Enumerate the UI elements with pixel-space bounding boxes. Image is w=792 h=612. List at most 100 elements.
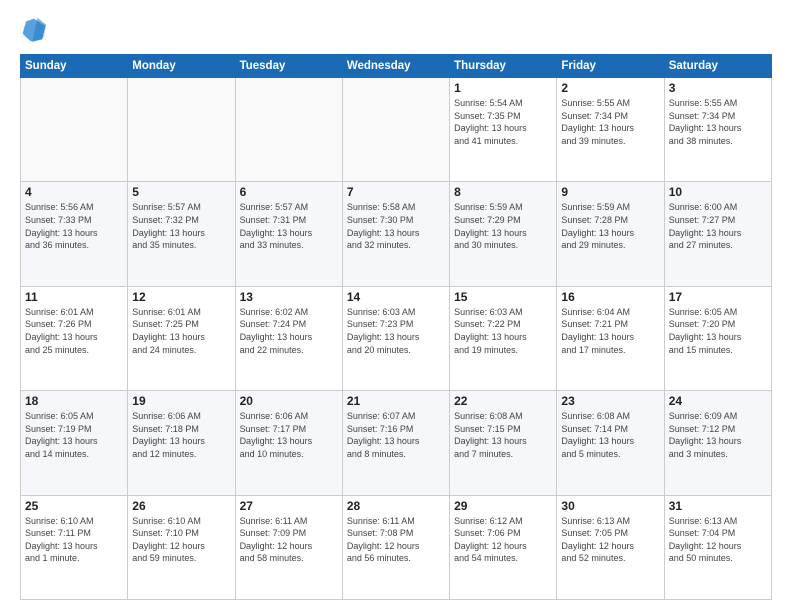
day-number: 24 bbox=[669, 394, 767, 408]
calendar-cell: 21Sunrise: 6:07 AM Sunset: 7:16 PM Dayli… bbox=[342, 391, 449, 495]
day-info: Sunrise: 6:08 AM Sunset: 7:15 PM Dayligh… bbox=[454, 410, 552, 460]
day-info: Sunrise: 6:13 AM Sunset: 7:05 PM Dayligh… bbox=[561, 515, 659, 565]
logo-icon bbox=[20, 16, 48, 44]
day-number: 9 bbox=[561, 185, 659, 199]
calendar-cell: 14 Sunrise: 6:03 AM Sunset: 7:23 PM Dayli… bbox=[342, 286, 449, 390]
calendar-cell: 23 Sunrise: 6:08 AM Sunset: 7:14 PM Dayli… bbox=[557, 391, 664, 495]
col-header-tuesday: Tuesday bbox=[235, 55, 342, 78]
day-info: Sunrise: 5:58 AM Sunset: 7:30 PM Dayligh… bbox=[347, 201, 445, 251]
day-number: 31 bbox=[669, 499, 767, 513]
logo bbox=[20, 16, 52, 44]
day-number: 25 bbox=[25, 499, 123, 513]
day-info: Sunrise: 6:10 AM Sunset: 7:11 PM Dayligh… bbox=[25, 515, 123, 565]
calendar-cell: 15Sunrise: 6:03 AM Sunset: 7:22 PM Dayli… bbox=[450, 286, 557, 390]
calendar-cell: 13Sunrise: 6:02 AM Sunset: 7:24 PM Dayli… bbox=[235, 286, 342, 390]
calendar-cell bbox=[235, 78, 342, 182]
day-info: Sunrise: 6:03 AM Sunset: 7:22 PM Dayligh… bbox=[454, 306, 552, 356]
day-info: Sunrise: 6:08 AM Sunset: 7:14 PM Dayligh… bbox=[561, 410, 659, 460]
day-number: 14 bbox=[347, 290, 445, 304]
calendar-week-row: 1Sunrise: 5:54 AM Sunset: 7:35 PM Daylig… bbox=[21, 78, 772, 182]
calendar-cell bbox=[342, 78, 449, 182]
calendar-cell: 3 Sunrise: 5:55 AM Sunset: 7:34 PM Daylig… bbox=[664, 78, 771, 182]
calendar-cell: 22 Sunrise: 6:08 AM Sunset: 7:15 PM Dayli… bbox=[450, 391, 557, 495]
day-info: Sunrise: 6:11 AM Sunset: 7:09 PM Dayligh… bbox=[240, 515, 338, 565]
day-number: 23 bbox=[561, 394, 659, 408]
day-info: Sunrise: 6:09 AM Sunset: 7:12 PM Dayligh… bbox=[669, 410, 767, 460]
calendar-cell: 11 Sunrise: 6:01 AM Sunset: 7:26 PM Dayli… bbox=[21, 286, 128, 390]
day-info: Sunrise: 5:55 AM Sunset: 7:34 PM Dayligh… bbox=[669, 97, 767, 147]
day-info: Sunrise: 5:54 AM Sunset: 7:35 PM Dayligh… bbox=[454, 97, 552, 147]
calendar-cell: 5 Sunrise: 5:57 AM Sunset: 7:32 PM Daylig… bbox=[128, 182, 235, 286]
day-number: 6 bbox=[240, 185, 338, 199]
calendar-table: SundayMondayTuesdayWednesdayThursdayFrid… bbox=[20, 54, 772, 600]
day-info: Sunrise: 6:01 AM Sunset: 7:26 PM Dayligh… bbox=[25, 306, 123, 356]
calendar-cell: 29 Sunrise: 6:12 AM Sunset: 7:06 PM Dayli… bbox=[450, 495, 557, 599]
day-number: 16 bbox=[561, 290, 659, 304]
day-info: Sunrise: 6:06 AM Sunset: 7:18 PM Dayligh… bbox=[132, 410, 230, 460]
calendar-cell: 19 Sunrise: 6:06 AM Sunset: 7:18 PM Dayli… bbox=[128, 391, 235, 495]
day-number: 12 bbox=[132, 290, 230, 304]
calendar-cell bbox=[21, 78, 128, 182]
calendar-cell bbox=[128, 78, 235, 182]
calendar-cell: 6Sunrise: 5:57 AM Sunset: 7:31 PM Daylig… bbox=[235, 182, 342, 286]
page: SundayMondayTuesdayWednesdayThursdayFrid… bbox=[0, 0, 792, 612]
calendar-cell: 12 Sunrise: 6:01 AM Sunset: 7:25 PM Dayli… bbox=[128, 286, 235, 390]
day-info: Sunrise: 5:56 AM Sunset: 7:33 PM Dayligh… bbox=[25, 201, 123, 251]
day-number: 20 bbox=[240, 394, 338, 408]
calendar-header-row: SundayMondayTuesdayWednesdayThursdayFrid… bbox=[21, 55, 772, 78]
day-number: 4 bbox=[25, 185, 123, 199]
header bbox=[20, 16, 772, 44]
calendar-cell: 18 Sunrise: 6:05 AM Sunset: 7:19 PM Dayli… bbox=[21, 391, 128, 495]
calendar-week-row: 11 Sunrise: 6:01 AM Sunset: 7:26 PM Dayli… bbox=[21, 286, 772, 390]
calendar-cell: 31Sunrise: 6:13 AM Sunset: 7:04 PM Dayli… bbox=[664, 495, 771, 599]
day-info: Sunrise: 6:05 AM Sunset: 7:19 PM Dayligh… bbox=[25, 410, 123, 460]
day-info: Sunrise: 5:59 AM Sunset: 7:28 PM Dayligh… bbox=[561, 201, 659, 251]
day-number: 7 bbox=[347, 185, 445, 199]
day-number: 11 bbox=[25, 290, 123, 304]
day-number: 10 bbox=[669, 185, 767, 199]
day-number: 2 bbox=[561, 81, 659, 95]
col-header-thursday: Thursday bbox=[450, 55, 557, 78]
col-header-friday: Friday bbox=[557, 55, 664, 78]
calendar-cell: 9 Sunrise: 5:59 AM Sunset: 7:28 PM Daylig… bbox=[557, 182, 664, 286]
day-number: 13 bbox=[240, 290, 338, 304]
day-info: Sunrise: 6:11 AM Sunset: 7:08 PM Dayligh… bbox=[347, 515, 445, 565]
day-number: 19 bbox=[132, 394, 230, 408]
day-info: Sunrise: 6:12 AM Sunset: 7:06 PM Dayligh… bbox=[454, 515, 552, 565]
calendar-cell: 28Sunrise: 6:11 AM Sunset: 7:08 PM Dayli… bbox=[342, 495, 449, 599]
day-info: Sunrise: 5:59 AM Sunset: 7:29 PM Dayligh… bbox=[454, 201, 552, 251]
day-number: 30 bbox=[561, 499, 659, 513]
day-info: Sunrise: 6:10 AM Sunset: 7:10 PM Dayligh… bbox=[132, 515, 230, 565]
day-info: Sunrise: 6:07 AM Sunset: 7:16 PM Dayligh… bbox=[347, 410, 445, 460]
day-number: 3 bbox=[669, 81, 767, 95]
day-number: 22 bbox=[454, 394, 552, 408]
day-number: 26 bbox=[132, 499, 230, 513]
calendar-week-row: 4 Sunrise: 5:56 AM Sunset: 7:33 PM Daylig… bbox=[21, 182, 772, 286]
day-info: Sunrise: 6:01 AM Sunset: 7:25 PM Dayligh… bbox=[132, 306, 230, 356]
calendar-cell: 7 Sunrise: 5:58 AM Sunset: 7:30 PM Daylig… bbox=[342, 182, 449, 286]
day-info: Sunrise: 6:04 AM Sunset: 7:21 PM Dayligh… bbox=[561, 306, 659, 356]
calendar-cell: 4 Sunrise: 5:56 AM Sunset: 7:33 PM Daylig… bbox=[21, 182, 128, 286]
calendar-week-row: 18 Sunrise: 6:05 AM Sunset: 7:19 PM Dayli… bbox=[21, 391, 772, 495]
calendar-cell: 24 Sunrise: 6:09 AM Sunset: 7:12 PM Dayli… bbox=[664, 391, 771, 495]
day-info: Sunrise: 6:06 AM Sunset: 7:17 PM Dayligh… bbox=[240, 410, 338, 460]
calendar-cell: 30 Sunrise: 6:13 AM Sunset: 7:05 PM Dayli… bbox=[557, 495, 664, 599]
calendar-cell: 8Sunrise: 5:59 AM Sunset: 7:29 PM Daylig… bbox=[450, 182, 557, 286]
calendar-cell: 26 Sunrise: 6:10 AM Sunset: 7:10 PM Dayli… bbox=[128, 495, 235, 599]
day-info: Sunrise: 5:57 AM Sunset: 7:32 PM Dayligh… bbox=[132, 201, 230, 251]
calendar-cell: 17Sunrise: 6:05 AM Sunset: 7:20 PM Dayli… bbox=[664, 286, 771, 390]
day-number: 29 bbox=[454, 499, 552, 513]
col-header-sunday: Sunday bbox=[21, 55, 128, 78]
day-number: 5 bbox=[132, 185, 230, 199]
day-number: 18 bbox=[25, 394, 123, 408]
day-info: Sunrise: 5:55 AM Sunset: 7:34 PM Dayligh… bbox=[561, 97, 659, 147]
col-header-saturday: Saturday bbox=[664, 55, 771, 78]
calendar-cell: 20 Sunrise: 6:06 AM Sunset: 7:17 PM Dayli… bbox=[235, 391, 342, 495]
calendar-cell: 2 Sunrise: 5:55 AM Sunset: 7:34 PM Daylig… bbox=[557, 78, 664, 182]
col-header-wednesday: Wednesday bbox=[342, 55, 449, 78]
calendar-cell: 25 Sunrise: 6:10 AM Sunset: 7:11 PM Dayli… bbox=[21, 495, 128, 599]
day-number: 27 bbox=[240, 499, 338, 513]
day-info: Sunrise: 6:03 AM Sunset: 7:23 PM Dayligh… bbox=[347, 306, 445, 356]
day-info: Sunrise: 6:05 AM Sunset: 7:20 PM Dayligh… bbox=[669, 306, 767, 356]
col-header-monday: Monday bbox=[128, 55, 235, 78]
